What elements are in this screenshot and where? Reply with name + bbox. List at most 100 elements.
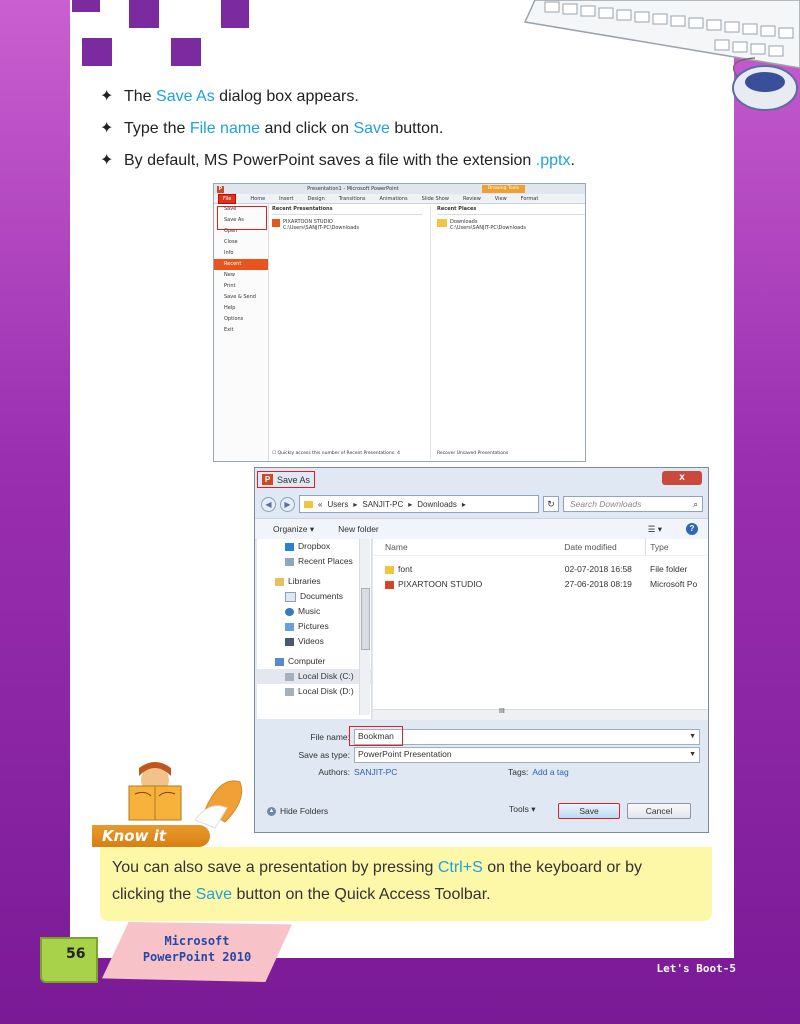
save-saveas-highlight (217, 206, 267, 230)
authors-value[interactable]: SANJIT-PC (354, 767, 508, 777)
file-name-highlight (349, 726, 403, 746)
file-row[interactable]: font 02-07-2018 16:58 File folder (373, 562, 708, 577)
nav-local-disk-c[interactable]: Local Disk (C:) (257, 669, 371, 684)
crumb-separator: ▸ (353, 499, 358, 509)
folder-icon (304, 500, 313, 508)
recent-places-icon (285, 557, 294, 566)
horizontal-scrollbar[interactable]: III (373, 708, 708, 720)
recent-places-heading: Recent Places (437, 206, 585, 215)
page-number-badge: 56 (40, 937, 98, 983)
tab-animations[interactable]: Animations (380, 196, 408, 202)
menu-help[interactable]: Help (214, 303, 268, 314)
nav-pictures[interactable]: Pictures (257, 619, 371, 634)
nav-videos[interactable]: Videos (257, 634, 371, 649)
crumb-sanjit-pc[interactable]: SANJIT-PC (362, 500, 403, 509)
menu-recent[interactable]: Recent (214, 259, 268, 270)
save-type-select[interactable]: PowerPoint Presentation ▼ (354, 747, 700, 763)
file-list: Name Date modified Type font 02-07-2018 … (373, 539, 708, 720)
tab-home[interactable]: Home (250, 196, 265, 202)
dropbox-icon (285, 542, 294, 551)
nav-libraries[interactable]: Libraries (257, 574, 371, 589)
drawing-tools-label: Drawing Tools (481, 185, 525, 193)
tab-transitions[interactable]: Transitions (339, 196, 366, 202)
menu-print[interactable]: Print (214, 281, 268, 292)
file-name-input[interactable]: Bookman ▼ (354, 729, 700, 745)
back-icon[interactable]: ◀ (261, 496, 276, 512)
close-button[interactable]: x (662, 471, 702, 485)
dialog-titlebar: P Save As x (255, 468, 708, 490)
column-date-modified[interactable]: Date modified (564, 539, 645, 555)
nav-recent-places[interactable]: Recent Places (257, 554, 371, 569)
crumb-users[interactable]: Users (327, 500, 348, 509)
file-row[interactable]: PIXARTOON STUDIO 27-06-2018 08:19 Micros… (373, 577, 708, 592)
recent-place-item[interactable]: Downloads C:\Users\SANJIT-PC\Downloads (437, 219, 585, 231)
music-icon (285, 607, 294, 616)
crumb-separator: ▸ (461, 499, 466, 509)
bullet-item: ✦ The Save As dialog box appears. (100, 88, 359, 105)
girl-reading-illustration (128, 762, 243, 829)
tab-view[interactable]: View (495, 196, 507, 202)
save-type-row: Save as type: PowerPoint Presentation ▼ (265, 747, 700, 763)
crumb-downloads[interactable]: Downloads (417, 500, 457, 509)
refresh-icon[interactable]: ↻ (543, 496, 559, 512)
tab-file[interactable]: File (218, 193, 237, 204)
menu-close[interactable]: Close (214, 237, 268, 248)
menu-info[interactable]: Info (214, 248, 268, 259)
column-name[interactable]: Name (373, 539, 564, 555)
authors-label: Authors: (318, 767, 350, 777)
save-type-label: Save as type: (298, 750, 350, 760)
tab-review[interactable]: Review (463, 196, 481, 202)
nav-music[interactable]: Music (257, 604, 371, 619)
pptx-file-icon (385, 580, 394, 589)
tools-button[interactable]: Tools ▾ (509, 804, 535, 815)
crumb-more[interactable]: « (318, 500, 322, 509)
menu-exit[interactable]: Exit (214, 325, 268, 336)
menu-options[interactable]: Options (214, 314, 268, 325)
column-type[interactable]: Type (645, 539, 708, 555)
chapter-title-banner: Microsoft PowerPoint 2010 (102, 922, 292, 982)
recent-file-item[interactable]: PIXARTOON STUDIO C:\Users\SANJIT-PC\Down… (272, 219, 422, 231)
backstage-menu: Save Save As Open Close Info Recent New … (214, 204, 269, 461)
tab-design[interactable]: Design (307, 196, 324, 202)
search-input[interactable]: Search Downloads ⌕ (563, 496, 703, 512)
bullet-list: ✦ The Save As dialog box appears. ✦ Type t… (100, 88, 720, 184)
series-name: Let's Boot-5 (656, 962, 736, 975)
dialog-footer: ▲ Hide Folders Tools ▾ Save Cancel (255, 798, 708, 832)
nav-dropbox[interactable]: Dropbox (257, 539, 371, 554)
cancel-button[interactable]: Cancel (627, 803, 691, 819)
nav-scrollbar-thumb[interactable] (361, 588, 370, 650)
save-button[interactable]: Save (558, 803, 620, 819)
recover-unsaved[interactable]: Recover Unsaved Presentations (437, 451, 508, 456)
new-folder-button[interactable]: New folder (338, 524, 379, 534)
quick-access-option[interactable]: ☐ Quickly access this number of Recent P… (272, 451, 400, 456)
menu-new[interactable]: New (214, 270, 268, 281)
nav-computer[interactable]: Computer (257, 654, 371, 669)
address-bar-row: ◀ ▶ « Users ▸ SANJIT-PC ▸ Downloads ▸ ↻ … (261, 494, 703, 514)
recent-file-path: C:\Users\SANJIT-PC\Downloads (283, 225, 359, 231)
navigation-pane: Dropbox Recent Places Libraries Document… (257, 539, 372, 719)
nav-local-disk-d[interactable]: Local Disk (D:) (257, 684, 371, 699)
pictures-icon (285, 622, 294, 631)
menu-save-send[interactable]: Save & Send (214, 292, 268, 303)
decor-square (72, 0, 100, 12)
libraries-icon (275, 577, 284, 586)
nav-documents[interactable]: Documents (257, 589, 371, 604)
chevron-down-icon[interactable]: ▼ (689, 730, 696, 743)
organize-button[interactable]: Organize ▾ (273, 524, 314, 535)
forward-icon[interactable]: ▶ (280, 496, 295, 512)
pptx-file-icon (272, 219, 280, 227)
chevron-down-icon[interactable]: ▼ (689, 748, 696, 761)
help-icon[interactable]: ? (686, 523, 698, 535)
tab-insert[interactable]: Insert (279, 196, 293, 202)
address-bar[interactable]: « Users ▸ SANJIT-PC ▸ Downloads ▸ (299, 495, 539, 513)
tab-format[interactable]: Format (521, 196, 539, 202)
hide-folders-button[interactable]: ▲ Hide Folders (267, 806, 328, 816)
recent-presentations-heading: Recent Presentations (272, 206, 422, 215)
search-icon: ⌕ (693, 499, 698, 509)
tags-value[interactable]: Add a tag (532, 767, 568, 777)
chevron-up-icon: ▲ (267, 806, 276, 816)
drive-icon (285, 687, 294, 696)
view-options-icon[interactable]: ☰ ▾ (648, 524, 662, 535)
recent-presentations-panel: Recent Presentations PIXARTOON STUDIO C:… (272, 206, 422, 458)
tab-slide-show[interactable]: Slide Show (422, 196, 449, 202)
